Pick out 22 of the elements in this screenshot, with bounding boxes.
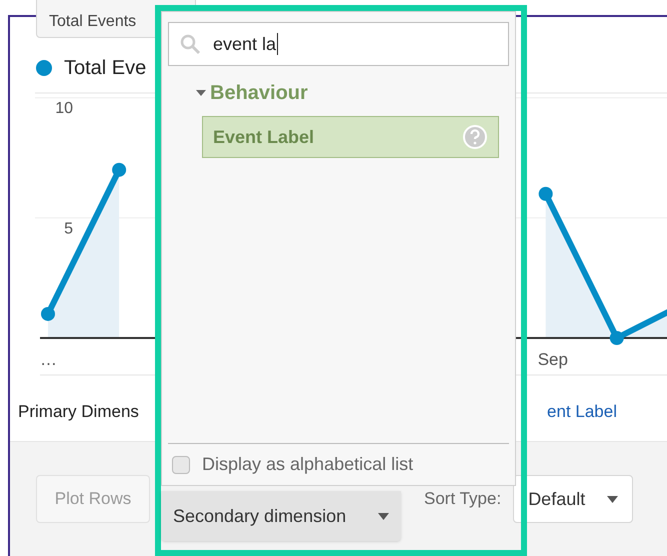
primary-dimension-label: Primary Dimens [18, 401, 139, 424]
caret-icon [378, 512, 389, 520]
y-axis-label: 10 [55, 100, 73, 118]
event-label-link[interactable]: ent Label [547, 399, 617, 425]
secondary-dimension-button[interactable]: Secondary dimension [161, 491, 401, 541]
data-point [112, 162, 126, 177]
caret-icon [607, 496, 618, 502]
legend-label: Total Eve [64, 56, 146, 81]
checkbox-label: Display as alphabetical list [202, 453, 414, 476]
help-icon [462, 124, 488, 150]
data-point [610, 331, 624, 345]
y-axis-label: 5 [64, 220, 73, 238]
caret-icon [196, 90, 206, 96]
sort-type-dropdown[interactable]: Default [513, 475, 634, 523]
search-field[interactable]: event la [168, 22, 509, 66]
checkbox[interactable] [172, 456, 190, 474]
data-point [41, 306, 55, 321]
axis-label: … [40, 350, 57, 369]
sort-type-label: Sort Type: [424, 488, 502, 510]
search-icon [179, 33, 201, 55]
axis-label: Sep [538, 350, 568, 369]
data-point [538, 186, 553, 201]
